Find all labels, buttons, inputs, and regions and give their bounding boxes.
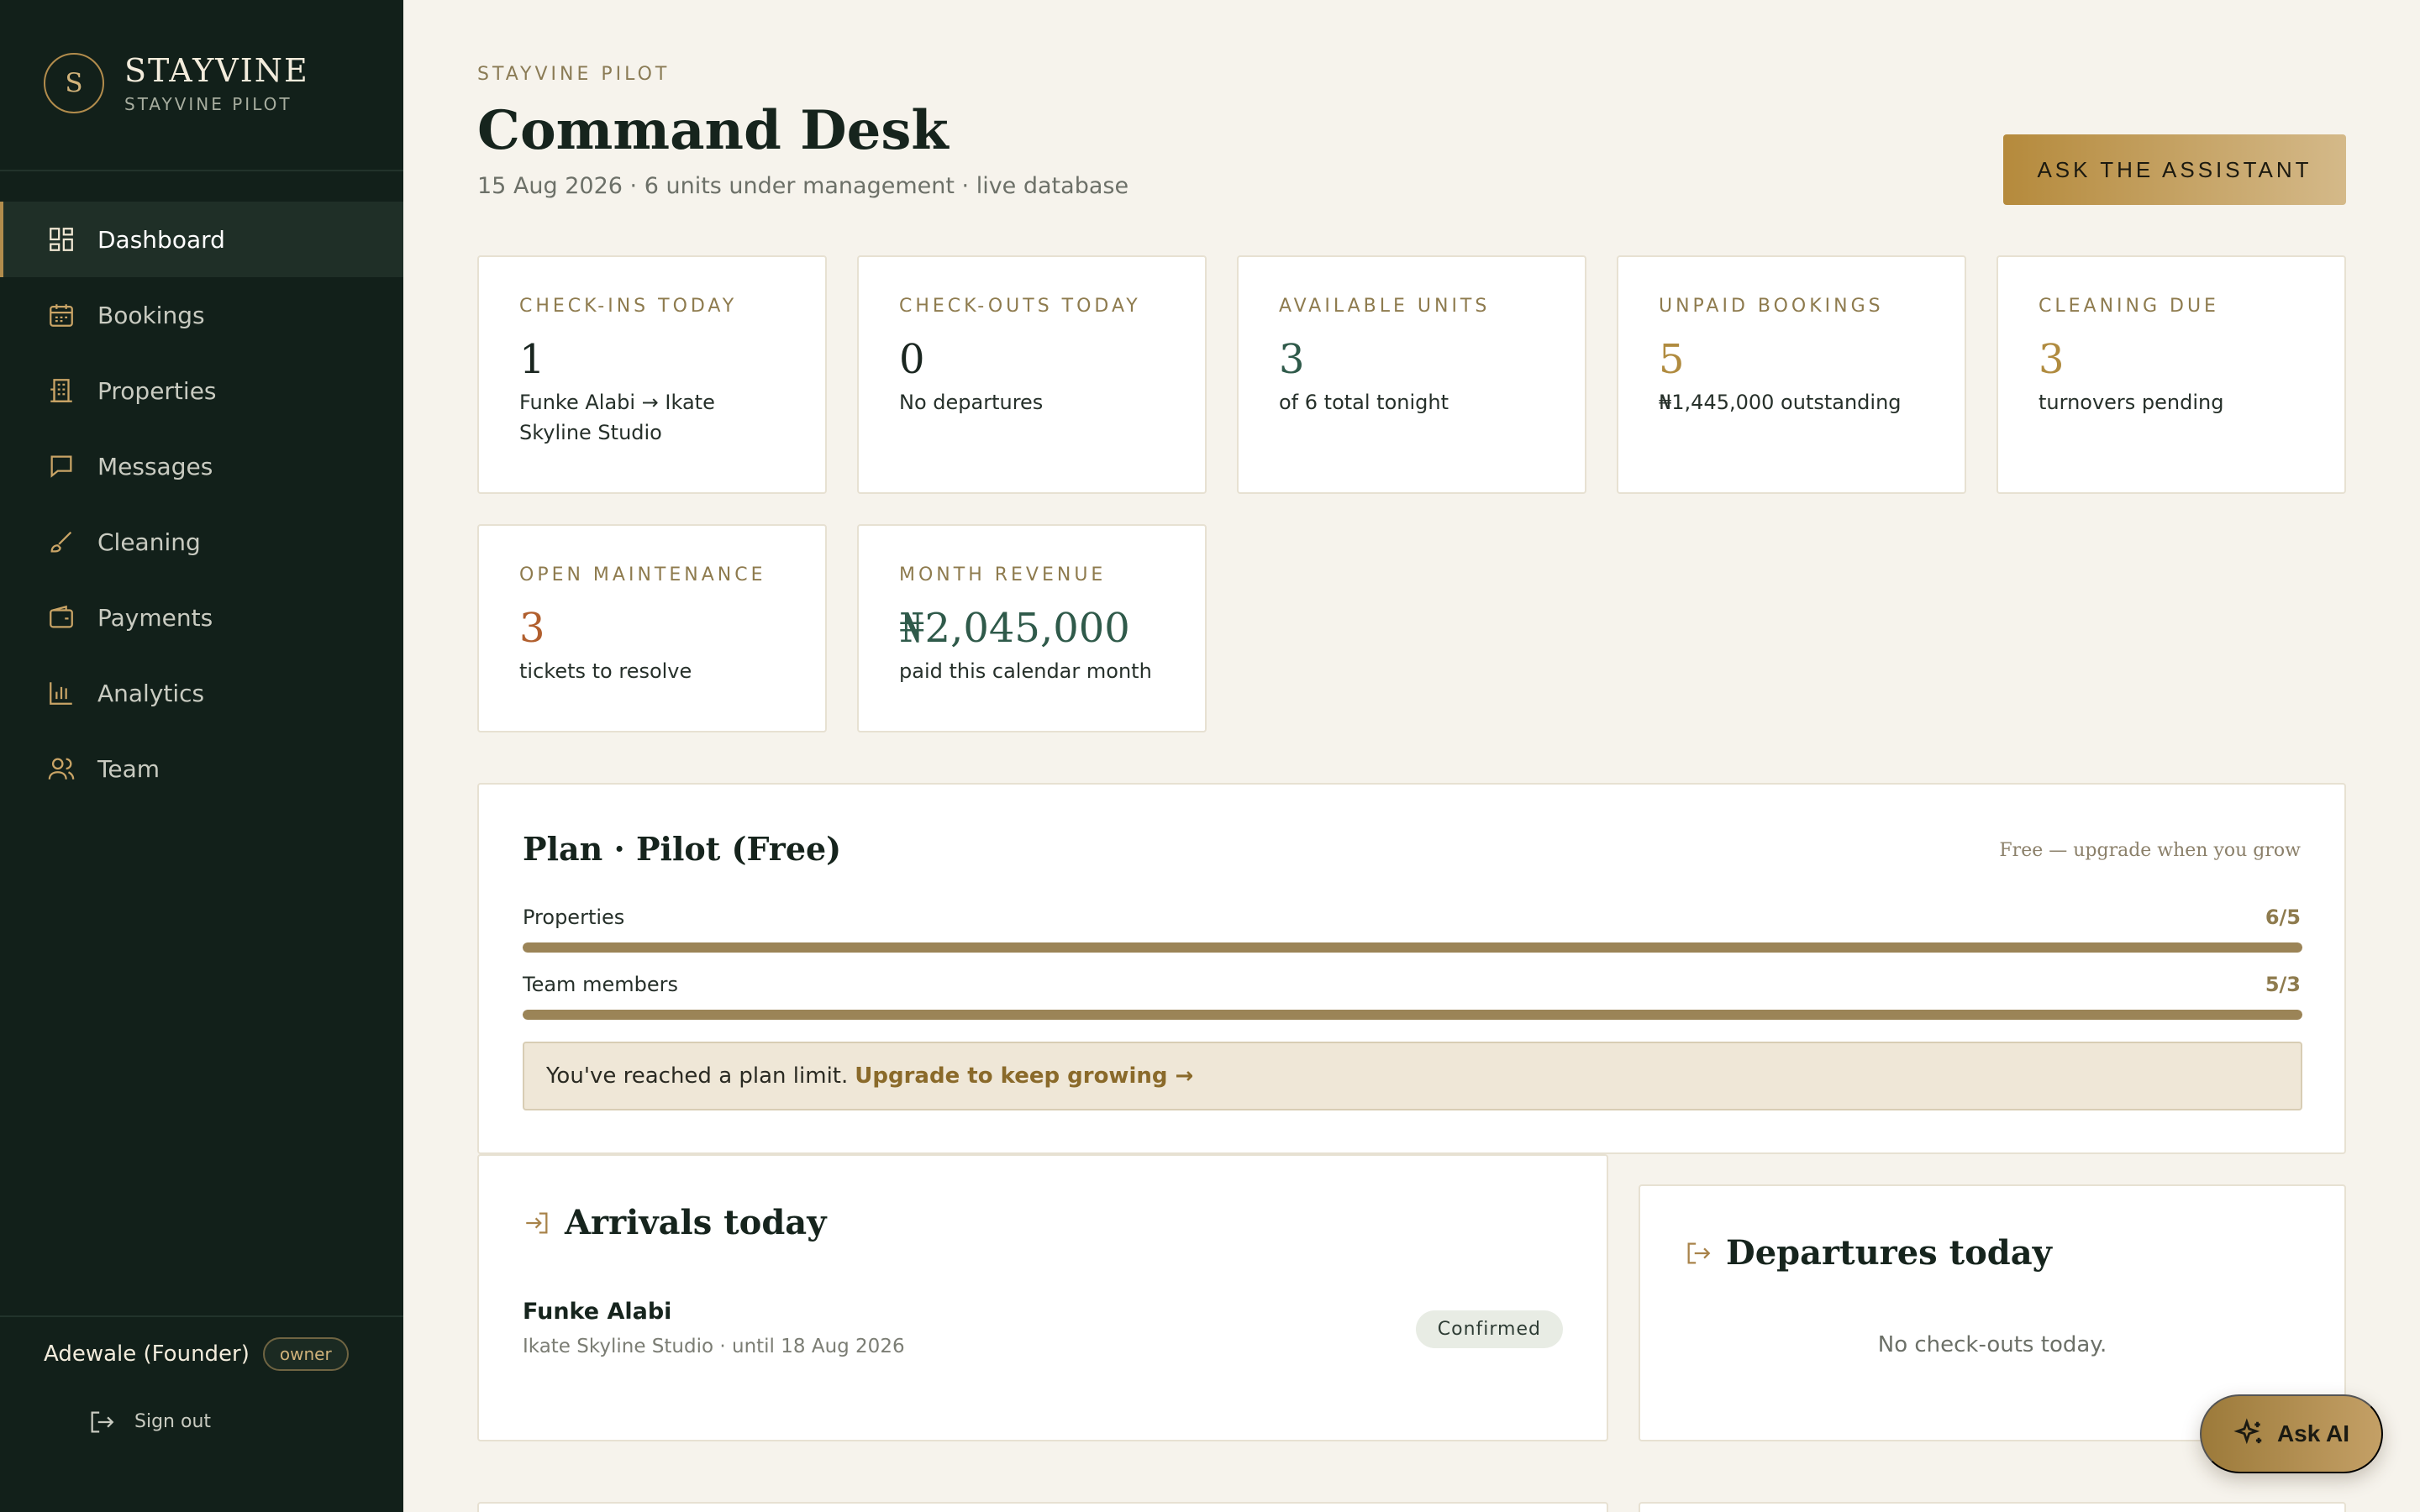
wallet-icon — [47, 603, 76, 632]
stat-description: No departures — [899, 391, 1044, 414]
stat-description: paid this calendar month — [899, 659, 1152, 683]
meter-value-properties: 6/5 — [2265, 906, 2301, 929]
stat-description: of 6 total tonight — [1279, 391, 1449, 414]
sidebar-item-bookings[interactable]: Bookings — [0, 277, 403, 353]
meter-label-properties: Properties — [523, 906, 625, 929]
page-eyebrow: STAYVINE PILOT — [477, 64, 671, 85]
meter-fill-team-members — [523, 1010, 2302, 1020]
sidebar-item-label: Bookings — [97, 301, 205, 329]
stat-value: 1 — [519, 336, 545, 383]
page-title: Command Desk — [477, 99, 949, 162]
stat-value: 0 — [899, 336, 925, 383]
upgrade-link[interactable]: Upgrade to keep growing → — [855, 1063, 1193, 1089]
bar-chart-icon — [47, 679, 76, 707]
arrivals-panel: Arrivals today Funke Alabi Ikate Skyline… — [477, 1154, 1608, 1441]
page-subtitle: 15 Aug 2026 · 6 units under management ·… — [477, 173, 1129, 199]
departures-title: Departures today — [1726, 1233, 2052, 1273]
sidebar: S STAYVINE STAYVINE PILOT Dashboard Book… — [0, 0, 403, 1512]
login-icon — [523, 1209, 551, 1237]
ask-ai-button[interactable]: Ask AI — [2200, 1394, 2383, 1473]
sidebar-item-label: Analytics — [97, 679, 205, 707]
meter-track-properties — [523, 942, 2302, 953]
guest-name: Funke Alabi — [523, 1299, 672, 1325]
signout-button[interactable]: Sign out — [87, 1408, 211, 1435]
sidebar-footer-divider — [0, 1315, 403, 1317]
brand[interactable]: S STAYVINE STAYVINE PILOT — [44, 52, 309, 114]
users-icon — [47, 754, 76, 783]
dashboard-icon — [47, 225, 76, 254]
stat-label: MONTH REVENUE — [899, 564, 1107, 585]
ask-ai-label: Ask AI — [2276, 1420, 2350, 1446]
sidebar-item-dashboard[interactable]: Dashboard — [0, 202, 403, 277]
sidebar-item-properties[interactable]: Properties — [0, 353, 403, 428]
plan-card: Plan · Pilot (Free) Free — upgrade when … — [477, 783, 2346, 1154]
stat-description: ₦1,445,000 outstanding — [1659, 391, 1902, 414]
user-profile[interactable]: Adewale (Founder) owner — [44, 1337, 349, 1371]
sidebar-item-label: Cleaning — [97, 528, 201, 556]
brush-icon — [47, 528, 76, 556]
stat-value: 5 — [1659, 336, 1685, 383]
plan-note: Free — upgrade when you grow — [1999, 840, 2301, 861]
stat-value: 3 — [2039, 336, 2065, 383]
departures-empty-state: No check-outs today. — [1877, 1332, 2107, 1357]
message-icon — [47, 452, 76, 480]
logout-icon — [87, 1408, 114, 1435]
plan-title: Plan · Pilot (Free) — [523, 830, 842, 868]
stat-label: CHECK-OUTS TODAY — [899, 296, 1141, 317]
sidebar-item-label: Properties — [97, 376, 217, 405]
stat-card-open-maintenance[interactable]: OPEN MAINTENANCE 3 tickets to resolve — [477, 524, 827, 732]
next-panel-right — [1639, 1502, 2346, 1512]
stat-value: 3 — [519, 605, 545, 652]
sidebar-item-label: Team — [97, 754, 160, 783]
brand-name: STAYVINE — [124, 52, 309, 89]
signout-label: Sign out — [134, 1410, 212, 1432]
stat-card-month-revenue[interactable]: MONTH REVENUE ₦2,045,000 paid this calen… — [857, 524, 1207, 732]
status-badge: Confirmed — [1415, 1310, 1563, 1348]
sidebar-item-label: Messages — [97, 452, 213, 480]
role-badge: owner — [262, 1337, 349, 1371]
stat-description: turnovers pending — [2039, 391, 2224, 414]
sparkles-icon — [2233, 1418, 2265, 1450]
calendar-icon — [47, 301, 76, 329]
building-icon — [47, 376, 76, 405]
brand-subtitle: STAYVINE PILOT — [124, 94, 292, 114]
meter-value-team-members: 5/3 — [2265, 973, 2301, 996]
stat-label: CLEANING DUE — [2039, 296, 2219, 317]
stat-label: CHECK-INS TODAY — [519, 296, 738, 317]
meter-label-team-members: Team members — [523, 973, 678, 996]
stat-label: OPEN MAINTENANCE — [519, 564, 766, 585]
limit-banner-text: You've reached a plan limit. — [546, 1063, 849, 1089]
meter-fill-properties — [523, 942, 2302, 953]
stat-value: ₦2,045,000 — [899, 605, 1130, 652]
stat-label: UNPAID BOOKINGS — [1659, 296, 1884, 317]
stat-card-available-units[interactable]: AVAILABLE UNITS 3 of 6 total tonight — [1237, 255, 1586, 494]
sidebar-item-label: Dashboard — [97, 225, 225, 254]
stat-label: AVAILABLE UNITS — [1279, 296, 1491, 317]
stat-card-cleaning-due[interactable]: CLEANING DUE 3 turnovers pending — [1996, 255, 2346, 494]
logout-icon — [1684, 1239, 1712, 1268]
sidebar-nav: Dashboard Bookings Properties Messages C… — [0, 202, 403, 806]
user-name: Adewale (Founder) — [44, 1341, 250, 1367]
sidebar-item-team[interactable]: Team — [0, 731, 403, 806]
stat-card-checkins[interactable]: CHECK-INS TODAY 1 Funke Alabi → Ikate Sk… — [477, 255, 827, 494]
stat-value: 3 — [1279, 336, 1305, 383]
stay-details: Ikate Skyline Studio · until 18 Aug 2026 — [523, 1336, 905, 1357]
plan-limit-banner: You've reached a plan limit. Upgrade to … — [523, 1042, 2302, 1110]
next-panel-left — [477, 1502, 1608, 1512]
sidebar-item-payments[interactable]: Payments — [0, 580, 403, 655]
arrivals-title: Arrivals today — [565, 1203, 827, 1242]
sidebar-item-analytics[interactable]: Analytics — [0, 655, 403, 731]
stat-description: Funke Alabi → Ikate Skyline Studio — [519, 391, 715, 444]
stat-card-unpaid-bookings[interactable]: UNPAID BOOKINGS 5 ₦1,445,000 outstanding — [1617, 255, 1966, 494]
brand-logo: S — [44, 53, 104, 113]
sidebar-item-label: Payments — [97, 603, 213, 632]
stat-card-checkouts[interactable]: CHECK-OUTS TODAY 0 No departures — [857, 255, 1207, 494]
sidebar-item-messages[interactable]: Messages — [0, 428, 403, 504]
meter-track-team-members — [523, 1010, 2302, 1020]
stat-description: tickets to resolve — [519, 659, 692, 683]
sidebar-item-cleaning[interactable]: Cleaning — [0, 504, 403, 580]
ask-assistant-button[interactable]: ASK THE ASSISTANT — [2003, 134, 2346, 205]
sidebar-divider — [0, 170, 403, 171]
